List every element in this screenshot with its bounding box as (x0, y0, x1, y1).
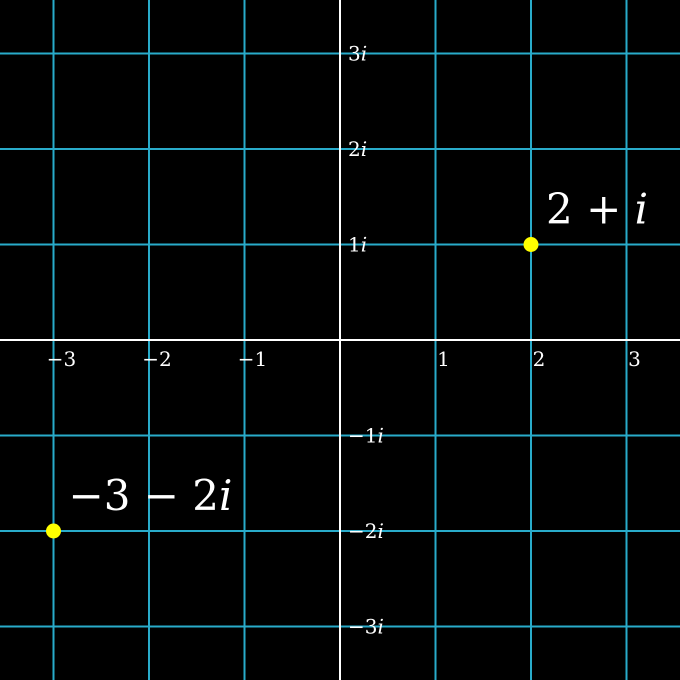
imaginary-tick-label: 1i (348, 233, 367, 257)
real-tick-label: 1 (437, 347, 450, 371)
complex-point (46, 523, 61, 539)
imaginary-tick-label: 3i (348, 42, 367, 66)
complex-point (523, 237, 539, 252)
imaginary-tick-label: −1i (348, 424, 384, 448)
real-tick-label: 2 (533, 347, 546, 371)
real-tick-label: −3 (47, 347, 76, 371)
imaginary-tick-label: −3i (348, 615, 384, 639)
real-tick-label: 3 (628, 347, 641, 371)
imaginary-tick-label: 2i (348, 137, 367, 161)
real-tick-label: −2 (142, 347, 171, 371)
imaginary-tick-label: −2i (348, 519, 384, 543)
axes (0, 0, 680, 680)
point-label: 2 + i (546, 185, 648, 234)
point-label: −3 − 2i (69, 471, 233, 520)
real-tick-label: −1 (238, 347, 267, 371)
complex-plane: −3 −2 −1 1 2 3 3i 2i 1i −1i −2i −3i 2 + i −3 − 2i (0, 0, 680, 680)
